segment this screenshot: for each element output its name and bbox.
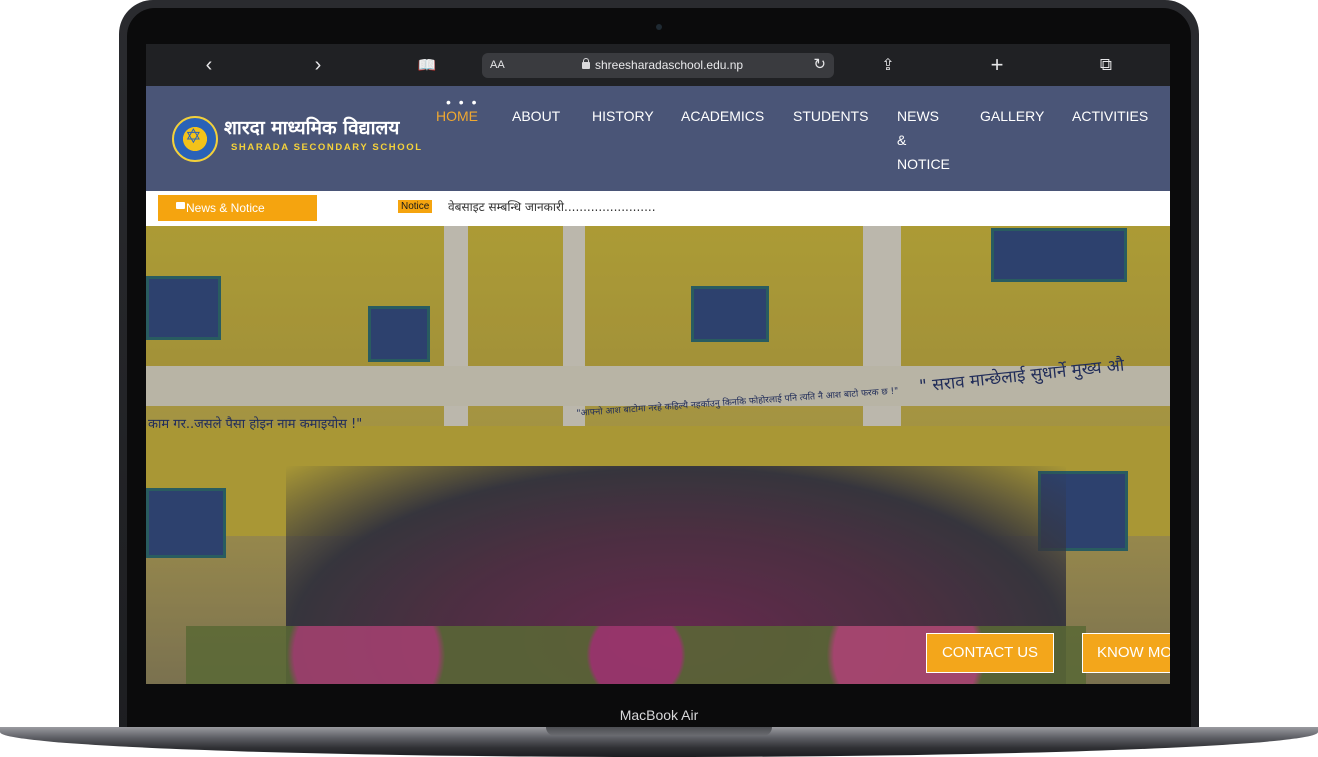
device-label: MacBook Air <box>619 707 699 723</box>
reload-icon[interactable]: ↻ <box>813 55 826 73</box>
camera-icon <box>656 24 662 30</box>
share-icon[interactable]: ⇪ <box>874 53 902 77</box>
screen: ‹ › 📖 AA shreesharadaschool.edu.np ↻ ⇪ +… <box>146 44 1170 684</box>
text-size-button[interactable]: AA <box>490 59 505 71</box>
notice-badge: Notice <box>398 200 433 213</box>
nav-gallery[interactable]: GALLERY <box>980 104 1044 128</box>
notice-text[interactable]: वेबसाइट सम्बन्धि जानकारी................… <box>448 198 656 215</box>
url-text: shreesharadaschool.edu.np <box>595 58 744 72</box>
browser-toolbar: ‹ › 📖 AA shreesharadaschool.edu.np ↻ ⇪ +… <box>146 44 1170 86</box>
know-more-button[interactable]: KNOW MORE <box>1082 633 1170 673</box>
address-bar[interactable]: AA shreesharadaschool.edu.np ↻ <box>482 53 834 78</box>
nav-news-line: NEWS <box>897 108 939 124</box>
laptop-notch <box>546 727 772 736</box>
back-icon[interactable]: ‹ <box>195 53 223 77</box>
nav-news-notice[interactable]: NEWS & NOTICE <box>897 104 950 176</box>
ticker-tag-label: News & Notice <box>186 201 265 215</box>
forward-icon[interactable]: › <box>304 53 332 77</box>
lock-icon <box>582 58 590 69</box>
newspaper-icon <box>176 202 185 209</box>
logo-title-devanagari[interactable]: शारदा माध्यमिक विद्यालय <box>224 114 399 140</box>
contact-us-button[interactable]: CONTACT US <box>926 633 1054 673</box>
nav-activities[interactable]: ACTIVITIES <box>1072 104 1148 128</box>
news-ticker: News & Notice Notice वेबसाइट सम्बन्धि जा… <box>146 191 1170 226</box>
nav-amp-line: & <box>897 132 907 148</box>
nav-home[interactable]: HOME <box>436 104 478 128</box>
nav-history[interactable]: HISTORY <box>592 104 654 128</box>
hero-overlay <box>146 226 1170 684</box>
school-logo-icon[interactable] <box>172 116 218 162</box>
hero-image: काम गर..जसले पैसा होइन नाम कमाइयोस !" "आ… <box>146 226 1170 684</box>
new-tab-icon[interactable]: + <box>983 52 1011 77</box>
site-header: शारदा माध्यमिक विद्यालय SHARADA SECONDAR… <box>146 86 1170 191</box>
bookmarks-icon[interactable]: 📖 <box>413 53 441 77</box>
tabs-icon[interactable]: ⧉ <box>1092 53 1120 77</box>
logo-title-english[interactable]: SHARADA SECONDARY SCHOOL <box>231 142 423 153</box>
nav-students[interactable]: STUDENTS <box>793 104 868 128</box>
nav-academics[interactable]: ACADEMICS <box>681 104 764 128</box>
nav-about[interactable]: ABOUT <box>512 104 560 128</box>
url-display[interactable]: shreesharadaschool.edu.np <box>582 58 743 72</box>
nav-notice-line: NOTICE <box>897 156 950 172</box>
